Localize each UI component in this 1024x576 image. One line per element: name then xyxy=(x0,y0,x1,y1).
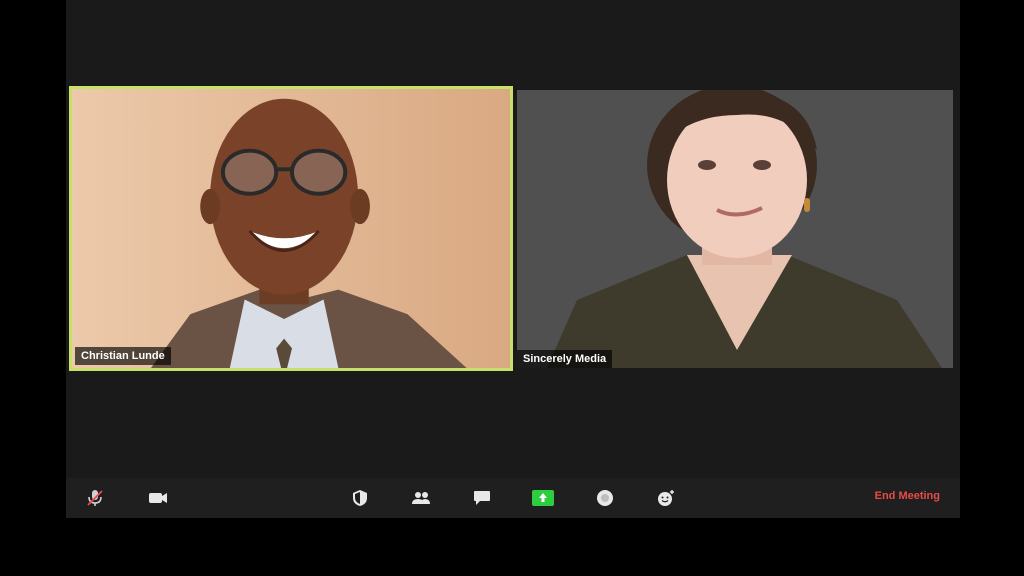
share-screen-button[interactable] xyxy=(530,486,556,510)
reactions-button[interactable] xyxy=(653,486,679,510)
record-icon xyxy=(597,490,613,506)
video-button[interactable] xyxy=(145,486,171,510)
participant-video xyxy=(517,90,953,368)
chat-button[interactable] xyxy=(469,486,495,510)
security-button[interactable] xyxy=(347,486,373,510)
mute-button[interactable] xyxy=(82,486,108,510)
participant-name-label: Sincerely Media xyxy=(517,350,613,368)
end-meeting-button[interactable]: End Meeting xyxy=(875,490,940,502)
shield-icon xyxy=(353,490,367,506)
participant-name-label: Christian Lunde xyxy=(75,347,171,365)
meeting-toolbar: End Meeting xyxy=(66,478,960,518)
smiley-add-icon xyxy=(658,490,674,506)
participants-icon xyxy=(412,492,430,504)
video-camera-icon xyxy=(149,493,167,503)
microphone-muted-icon xyxy=(87,490,103,506)
video-tile-active-speaker[interactable]: Christian Lunde xyxy=(69,86,513,371)
chat-bubble-icon xyxy=(474,491,490,505)
record-button[interactable] xyxy=(592,486,618,510)
meeting-window: Christian Lunde Sincerely Media End Meet… xyxy=(66,0,960,518)
share-screen-icon xyxy=(532,490,554,506)
participants-button[interactable] xyxy=(408,486,434,510)
video-tile[interactable]: Sincerely Media xyxy=(517,90,953,368)
participant-video xyxy=(72,89,510,368)
